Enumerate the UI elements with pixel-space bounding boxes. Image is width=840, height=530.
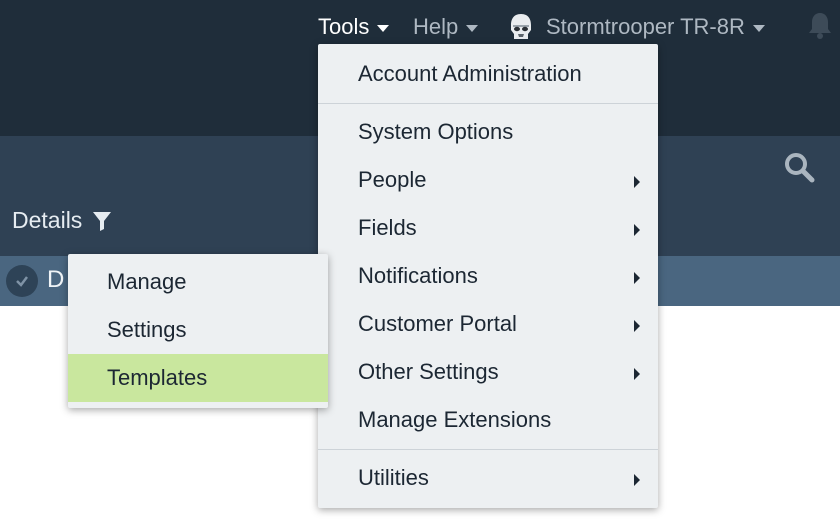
details-header: Details [12, 207, 112, 234]
tools-dropdown-menu: Account Administration System Options Pe… [318, 44, 658, 508]
menu-item-customer-portal[interactable]: Customer Portal [318, 300, 658, 348]
caret-down-icon [377, 24, 390, 32]
menu-item-other-settings[interactable]: Other Settings [318, 348, 658, 396]
filter-icon[interactable] [92, 210, 112, 232]
submenu-item-label: Manage [107, 269, 187, 294]
caret-down-icon [466, 24, 479, 32]
menu-item-label: Customer Portal [358, 311, 517, 336]
menu-item-label: Account Administration [358, 61, 582, 86]
chevron-right-icon [634, 368, 640, 380]
tools-label: Tools [318, 14, 370, 39]
chevron-right-icon [634, 224, 640, 236]
menu-item-system-options[interactable]: System Options [318, 108, 658, 156]
submenu-item-settings[interactable]: Settings [68, 306, 328, 354]
avatar [511, 14, 531, 39]
user-menu-button[interactable]: Stormtrooper TR-8R [506, 10, 765, 44]
menu-item-label: Notifications [358, 263, 478, 288]
menu-item-utilities[interactable]: Utilities [318, 454, 658, 502]
chevron-right-icon [634, 176, 640, 188]
menu-item-label: Other Settings [358, 359, 499, 384]
details-label: Details [12, 207, 83, 233]
menu-divider [318, 449, 658, 450]
tools-menu-button[interactable]: Tools [318, 10, 390, 44]
user-name: Stormtrooper TR-8R [546, 14, 745, 39]
menu-item-label: People [358, 167, 427, 192]
menu-item-account-administration[interactable]: Account Administration [318, 50, 658, 98]
submenu-item-manage[interactable]: Manage [68, 258, 328, 306]
check-icon [16, 276, 28, 287]
submenu-item-label: Templates [107, 365, 208, 390]
menu-item-label: Utilities [358, 465, 429, 490]
chevron-right-icon [634, 474, 640, 486]
menu-item-notifications[interactable]: Notifications [318, 252, 658, 300]
menu-item-label: System Options [358, 119, 514, 144]
menu-item-label: Manage Extensions [358, 407, 552, 432]
help-label: Help [413, 14, 459, 39]
submenu-item-templates[interactable]: Templates [68, 354, 328, 402]
search-icon[interactable] [783, 151, 815, 183]
row-checkbox[interactable] [6, 265, 38, 297]
row-title-partial: D [47, 266, 65, 293]
chevron-right-icon [634, 272, 640, 284]
chevron-right-icon [634, 320, 640, 332]
caret-down-icon [752, 24, 765, 32]
bell-icon[interactable] [806, 10, 834, 40]
menu-divider [318, 103, 658, 104]
help-menu-button[interactable]: Help [413, 10, 479, 44]
menu-item-people[interactable]: People [318, 156, 658, 204]
menu-item-fields[interactable]: Fields [318, 204, 658, 252]
menu-item-label: Fields [358, 215, 417, 240]
submenu-item-label: Settings [107, 317, 187, 342]
notifications-submenu: Manage Settings Templates [68, 254, 328, 408]
menu-item-manage-extensions[interactable]: Manage Extensions [318, 396, 658, 444]
